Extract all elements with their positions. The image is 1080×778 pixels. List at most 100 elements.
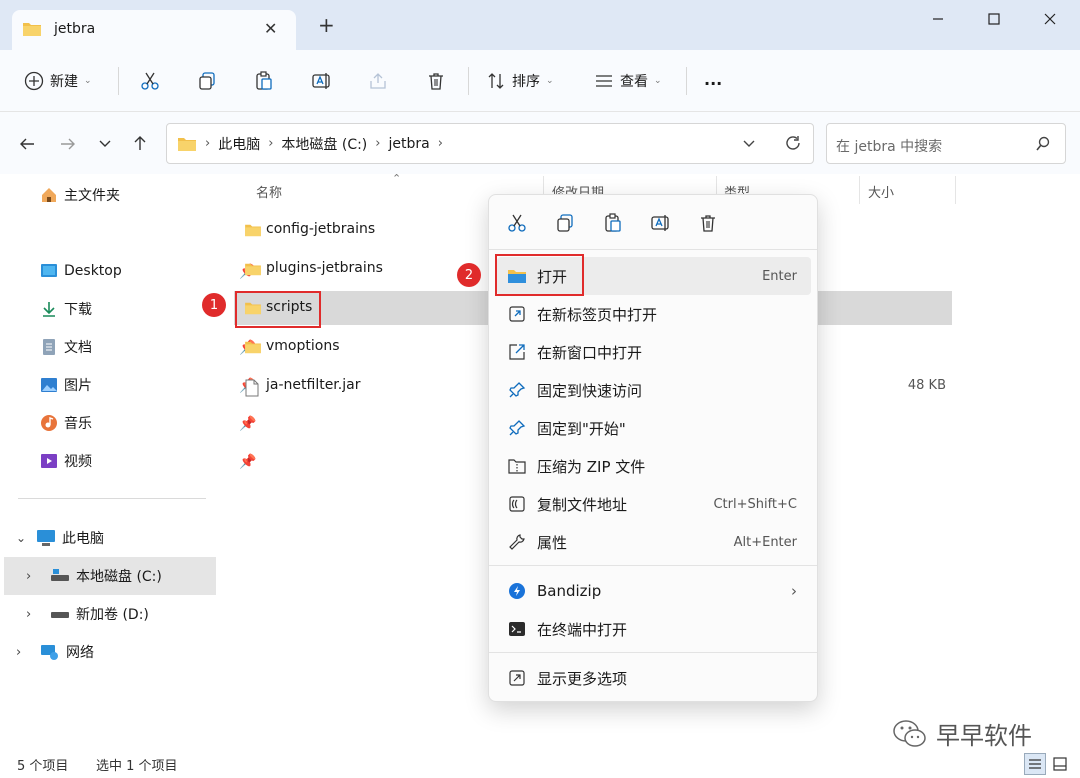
sidebar-item-drive-c[interactable]: › 本地磁盘 (C:): [4, 557, 216, 595]
minimize-button[interactable]: [918, 8, 958, 30]
cut-button[interactable]: [140, 50, 160, 112]
recent-chevron-icon[interactable]: [98, 137, 112, 151]
more-options-button[interactable]: ...: [704, 48, 722, 110]
sidebar-item-documents[interactable]: 文档 📌: [40, 328, 256, 366]
chevron-right-icon[interactable]: ›: [16, 645, 40, 660]
view-label: 查看: [620, 74, 648, 90]
copy-icon: [199, 72, 215, 90]
sidebar-item-videos[interactable]: 视频 📌: [40, 442, 256, 480]
forward-arrow-icon[interactable]: [59, 135, 77, 153]
annotation-badge-2: 2: [457, 263, 481, 287]
rename-button[interactable]: [311, 50, 331, 112]
new-tab-button[interactable]: +: [318, 15, 335, 35]
chevron-right-icon[interactable]: ›: [438, 136, 443, 151]
sidebar-item-pictures[interactable]: 图片 📌: [40, 366, 256, 404]
copy-button[interactable]: [197, 50, 217, 112]
delete-button[interactable]: [426, 50, 446, 112]
column-separator[interactable]: [859, 176, 860, 204]
paste-button[interactable]: [254, 50, 274, 112]
status-bar: 5 个项目 选中 1 个项目: [0, 751, 1080, 778]
menu-label: 属性: [537, 533, 568, 552]
desktop-icon: [41, 264, 57, 277]
chevron-right-icon: ›: [791, 582, 797, 600]
refresh-icon[interactable]: [784, 134, 802, 152]
menu-item-compress-zip[interactable]: 压缩为 ZIP 文件: [497, 447, 811, 485]
sidebar-item-downloads[interactable]: 下载: [40, 290, 216, 328]
chevron-right-icon: ›: [205, 136, 211, 151]
column-size[interactable]: 大小: [868, 182, 894, 201]
sidebar-item-drive-d[interactable]: › 新加卷 (D:): [26, 595, 149, 633]
breadcrumb-this-pc[interactable]: 此电脑: [218, 134, 260, 154]
drive-icon: [51, 612, 69, 618]
menu-item-bandizip[interactable]: Bandizip ›: [497, 572, 811, 610]
new-button[interactable]: 新建 ⌄: [24, 50, 92, 112]
sort-button[interactable]: 排序 ⌄: [486, 50, 554, 112]
menu-label: Bandizip: [537, 582, 602, 600]
address-dropdown-icon[interactable]: [742, 137, 756, 151]
menu-item-properties[interactable]: 属性 Alt+Enter: [497, 523, 811, 561]
menu-label: 复制文件地址: [537, 495, 628, 514]
search-icon: [1035, 136, 1051, 152]
menu-label: 显示更多选项: [537, 669, 628, 688]
menu-separator: [489, 652, 817, 653]
sidebar-label: 网络: [66, 645, 94, 661]
sidebar-item-network[interactable]: › 网络: [16, 633, 94, 671]
close-tab-icon[interactable]: ✕: [264, 19, 277, 38]
menu-shortcut: Ctrl+Shift+C: [713, 496, 797, 512]
breadcrumb-jetbra[interactable]: jetbra: [388, 136, 429, 152]
up-arrow-icon[interactable]: [131, 134, 149, 152]
maximize-button[interactable]: [974, 8, 1014, 30]
menu-copy-icon[interactable]: [555, 213, 575, 233]
view-button[interactable]: 查看 ⌄: [594, 50, 662, 112]
chevron-right-icon[interactable]: ›: [268, 136, 273, 151]
tab-jetbra[interactable]: jetbra ✕: [12, 10, 296, 50]
folder-icon: [244, 262, 262, 276]
new-tab-icon: [497, 305, 537, 323]
menu-item-pin-start[interactable]: 固定到"开始": [497, 409, 811, 447]
close-window-button[interactable]: [1030, 8, 1070, 30]
menu-item-open-new-tab[interactable]: 在新标签页中打开: [497, 295, 811, 333]
sidebar-item-this-pc[interactable]: ⌄ 此电脑: [16, 519, 104, 557]
sidebar-item-desktop[interactable]: Desktop 📌: [40, 252, 256, 290]
menu-cut-icon[interactable]: [507, 213, 527, 233]
menu-rename-icon[interactable]: [650, 213, 670, 233]
menu-label: 在新标签页中打开: [537, 305, 658, 324]
tab-title: jetbra: [54, 21, 96, 37]
sidebar-item-home[interactable]: 主文件夹: [40, 176, 120, 214]
annotation-badge-1: 1: [202, 293, 226, 317]
menu-item-open-terminal[interactable]: 在终端中打开: [497, 610, 811, 648]
new-label: 新建: [50, 74, 78, 90]
chevron-right-icon[interactable]: ›: [26, 569, 50, 584]
address-bar[interactable]: › 此电脑 › 本地磁盘 (C:) › jetbra ›: [166, 123, 814, 164]
details-view-button[interactable]: [1024, 753, 1046, 775]
folder-icon: [244, 223, 262, 237]
search-input[interactable]: 在 jetbra 中搜索: [836, 136, 942, 156]
selection-count: 选中 1 个项目: [96, 759, 178, 774]
highlight-box-open: [495, 254, 584, 296]
menu-item-pin-quick-access[interactable]: 固定到快速访问: [497, 371, 811, 409]
tiles-view-button[interactable]: [1052, 756, 1068, 772]
sidebar-item-music[interactable]: 音乐 📌: [40, 404, 256, 442]
menu-item-show-more-options[interactable]: 显示更多选项: [497, 659, 811, 697]
chevron-right-icon[interactable]: ›: [375, 136, 380, 151]
chevron-down-icon[interactable]: ⌄: [16, 531, 36, 545]
pin-icon[interactable]: 📌: [239, 416, 256, 432]
menu-trash-icon[interactable]: [698, 213, 718, 233]
column-name[interactable]: 名称: [256, 182, 282, 201]
sort-icon: [488, 73, 504, 89]
pin-icon[interactable]: 📌: [239, 454, 256, 470]
column-separator[interactable]: [955, 176, 956, 204]
videos-icon: [41, 454, 57, 468]
chevron-right-icon[interactable]: ›: [26, 607, 50, 622]
menu-item-open-new-window[interactable]: 在新窗口中打开: [497, 333, 811, 371]
file-icon: [244, 379, 260, 397]
menu-paste-icon[interactable]: [603, 213, 623, 233]
menu-separator: [489, 565, 817, 566]
share-button[interactable]: [368, 50, 388, 112]
search-box[interactable]: 在 jetbra 中搜索: [826, 123, 1066, 164]
menu-shortcut: Enter: [762, 268, 797, 284]
back-arrow-icon[interactable]: [18, 135, 36, 153]
menu-item-copy-path[interactable]: 复制文件地址 Ctrl+Shift+C: [497, 485, 811, 523]
breadcrumb-drive-c[interactable]: 本地磁盘 (C:): [281, 134, 367, 154]
trash-icon: [429, 73, 443, 90]
